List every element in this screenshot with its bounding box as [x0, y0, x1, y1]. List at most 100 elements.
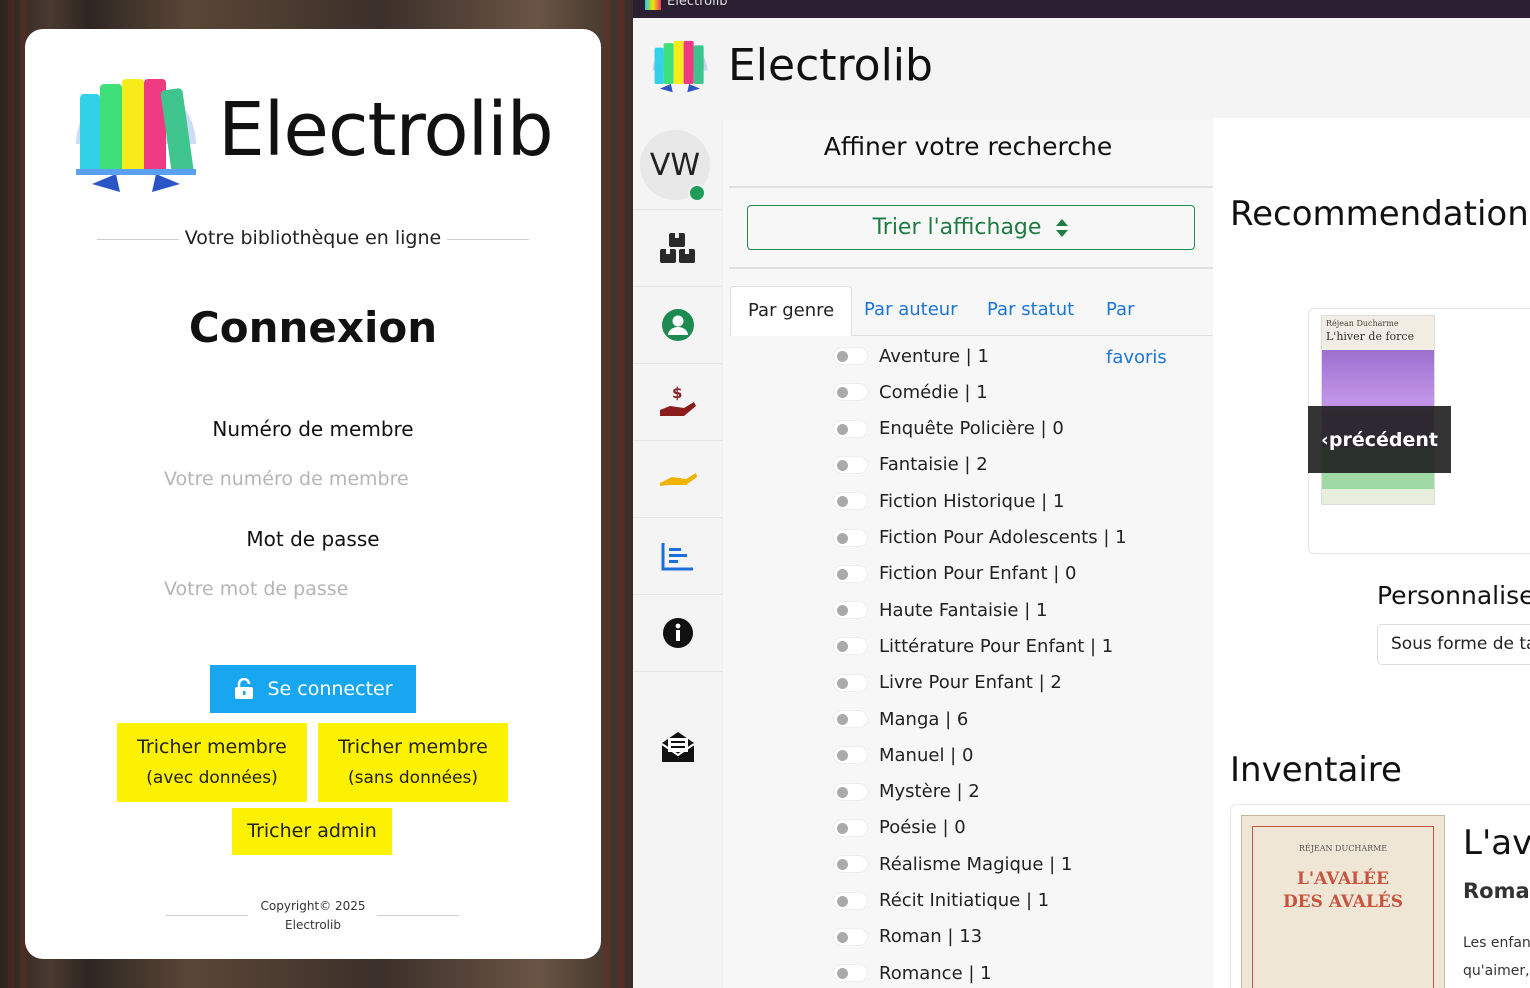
genre-filter-row[interactable]: Aventure | 1 — [833, 341, 989, 371]
sidebar-item-payments[interactable]: $ — [633, 364, 722, 441]
genre-label: Manuel | 0 — [879, 744, 974, 766]
genre-label: Livre Pour Enfant | 2 — [879, 672, 1062, 694]
genre-filter-row[interactable]: Livre Pour Enfant | 2 — [833, 668, 1062, 698]
app-icon — [645, 0, 661, 10]
sidebar-item-messages[interactable] — [633, 708, 722, 785]
tab-par-statut[interactable]: Par statut — [970, 286, 1091, 336]
genre-filter-row[interactable]: Poésie | 0 — [833, 813, 966, 843]
app-window: Electrolib Electrolib VW $ Affiner votre… — [633, 0, 1530, 988]
filter-title: Affiner votre recherche — [823, 132, 1113, 161]
filter-tabs: Par genre Par auteur Par statut Par favo… — [729, 286, 1213, 368]
divider — [166, 915, 248, 916]
genre-filter-row[interactable]: Fiction Pour Adolescents | 1 — [833, 523, 1127, 553]
sidebar-item-info[interactable] — [633, 595, 722, 672]
genre-filter-row[interactable]: Fiction Historique | 1 — [833, 486, 1064, 516]
genre-filter-row[interactable]: Littérature Pour Enfant | 1 — [833, 631, 1113, 661]
tagline: Votre bibliothèque en ligne — [184, 227, 442, 249]
login-brand-name: Electrolib — [218, 87, 554, 173]
tab-par-favoris[interactable]: Par favoris — [1089, 286, 1213, 368]
cheat-member-without-sublabel: (sans données) — [347, 767, 479, 788]
genre-label: Poésie | 0 — [879, 817, 966, 839]
genre-toggle-switch[interactable] — [833, 347, 868, 365]
genre-toggle-switch[interactable] — [833, 492, 868, 511]
filter-panel: Affiner votre recherche Trier l'affichag… — [722, 120, 1213, 988]
cheat-member-with-label: Tricher membre — [137, 735, 287, 758]
genre-toggle-switch[interactable] — [833, 455, 868, 474]
tab-par-auteur[interactable]: Par auteur — [847, 286, 975, 336]
genre-label: Roman | 13 — [879, 926, 983, 948]
svg-text:$: $ — [672, 384, 682, 402]
genre-toggle-switch[interactable] — [833, 891, 868, 910]
genre-toggle-switch[interactable] — [833, 637, 868, 656]
genre-filter-row[interactable]: Romance | 1 — [833, 958, 992, 988]
genre-filter-row[interactable]: Haute Fantaisie | 1 — [833, 595, 1047, 625]
book-cover-title-line: DES AVALÉS — [1282, 892, 1404, 912]
app-header: Electrolib — [633, 18, 1530, 118]
genre-filter-row[interactable]: Récit Initiatique | 1 — [833, 886, 1049, 916]
copyright-year: Copyright© 2025 — [260, 899, 366, 913]
sort-display-button[interactable]: Trier l'affichage — [747, 205, 1195, 250]
password-input[interactable] — [159, 572, 479, 606]
login-title: Connexion — [188, 303, 438, 352]
genre-toggle-switch[interactable] — [833, 927, 868, 946]
cheat-member-with-data-button[interactable]: Tricher membre (avec données) — [117, 723, 307, 802]
genre-label: Enquête Policière | 0 — [879, 418, 1064, 440]
display-mode-select[interactable]: Sous forme de ta — [1377, 624, 1530, 665]
genre-filter-row[interactable]: Manga | 6 — [833, 704, 968, 734]
cheat-member-without-data-button[interactable]: Tricher membre (sans données) — [318, 723, 508, 802]
app-brand-name: Electrolib — [728, 40, 933, 91]
previous-button[interactable]: ‹précédent — [1308, 406, 1451, 473]
genre-filter-row[interactable]: Manuel | 0 — [833, 740, 973, 770]
sort-icon — [1056, 218, 1069, 237]
login-card: Electrolib Votre bibliothèque en ligne C… — [25, 29, 601, 959]
tab-par-genre[interactable]: Par genre — [730, 286, 853, 336]
inventory-title: Inventaire — [1230, 750, 1402, 790]
genre-filter-row[interactable]: Mystère | 2 — [833, 777, 980, 807]
cheat-admin-button[interactable]: Tricher admin — [232, 808, 392, 855]
genre-toggle-switch[interactable] — [833, 746, 868, 765]
genre-toggle-switch[interactable] — [833, 601, 868, 620]
inventory-book-card[interactable]: RÉJEAN DUCHARME L'AVALÉE DES AVALÉS L'av… — [1230, 804, 1530, 988]
genre-toggle-switch[interactable] — [833, 818, 868, 837]
sidebar-profile[interactable]: VW — [633, 118, 722, 210]
sidebar-item-loans[interactable] — [633, 441, 722, 518]
genre-filter-row[interactable]: Comédie | 1 — [833, 377, 988, 407]
user-circle-icon — [661, 309, 694, 341]
inventory-book-description: Les enfan qu'aimer, — [1463, 929, 1530, 985]
boxes-icon — [659, 233, 695, 263]
genre-toggle-switch[interactable] — [833, 710, 868, 728]
genre-toggle-switch[interactable] — [833, 964, 868, 983]
genre-filter-row[interactable]: Fantaisie | 2 — [833, 450, 988, 480]
sidebar-item-account[interactable] — [633, 287, 722, 364]
sidebar-item-stats[interactable] — [633, 518, 722, 595]
book-cover-title: L'AVALÉE DES AVALÉS — [1242, 868, 1444, 914]
inventory-book-title: L'ava — [1463, 823, 1530, 863]
genre-toggle-switch[interactable] — [833, 564, 868, 583]
book-cover-title: L'hiver de force — [1326, 330, 1415, 343]
genre-label: Fantaisie | 2 — [879, 454, 988, 476]
genre-toggle-switch[interactable] — [833, 383, 868, 402]
genre-filter-row[interactable]: Fiction Pour Enfant | 0 — [833, 559, 1076, 589]
login-brand: Electrolib — [70, 69, 570, 199]
connect-button[interactable]: Se connecter — [210, 665, 416, 713]
tagline-row: Votre bibliothèque en ligne — [97, 225, 529, 255]
genre-label: Récit Initiatique | 1 — [879, 890, 1050, 911]
sidebar-item-inventory[interactable] — [633, 210, 722, 287]
genre-label: Fiction Historique | 1 — [879, 490, 1065, 512]
book-cover-author: Réjean Ducharme — [1326, 319, 1399, 328]
description-line: qu'aimer, — [1463, 963, 1530, 979]
cheat-member-without-label: Tricher membre — [338, 735, 488, 758]
personalise-title: Personnalise — [1377, 581, 1530, 610]
genre-toggle-switch[interactable] — [833, 673, 868, 692]
genre-label: Romance | 1 — [879, 962, 992, 984]
genre-toggle-switch[interactable] — [833, 782, 868, 801]
window-title: Electrolib — [667, 0, 728, 9]
genre-filter-row[interactable]: Réalisme Magique | 1 — [833, 849, 1072, 879]
genre-toggle-switch[interactable] — [833, 419, 868, 438]
genre-label: Mystère | 2 — [879, 781, 980, 803]
genre-toggle-switch[interactable] — [833, 855, 868, 874]
genre-filter-row[interactable]: Enquête Policière | 0 — [833, 414, 1064, 444]
genre-filter-row[interactable]: Roman | 13 — [833, 922, 982, 952]
genre-toggle-switch[interactable] — [833, 528, 868, 547]
member-number-input[interactable] — [159, 462, 479, 496]
